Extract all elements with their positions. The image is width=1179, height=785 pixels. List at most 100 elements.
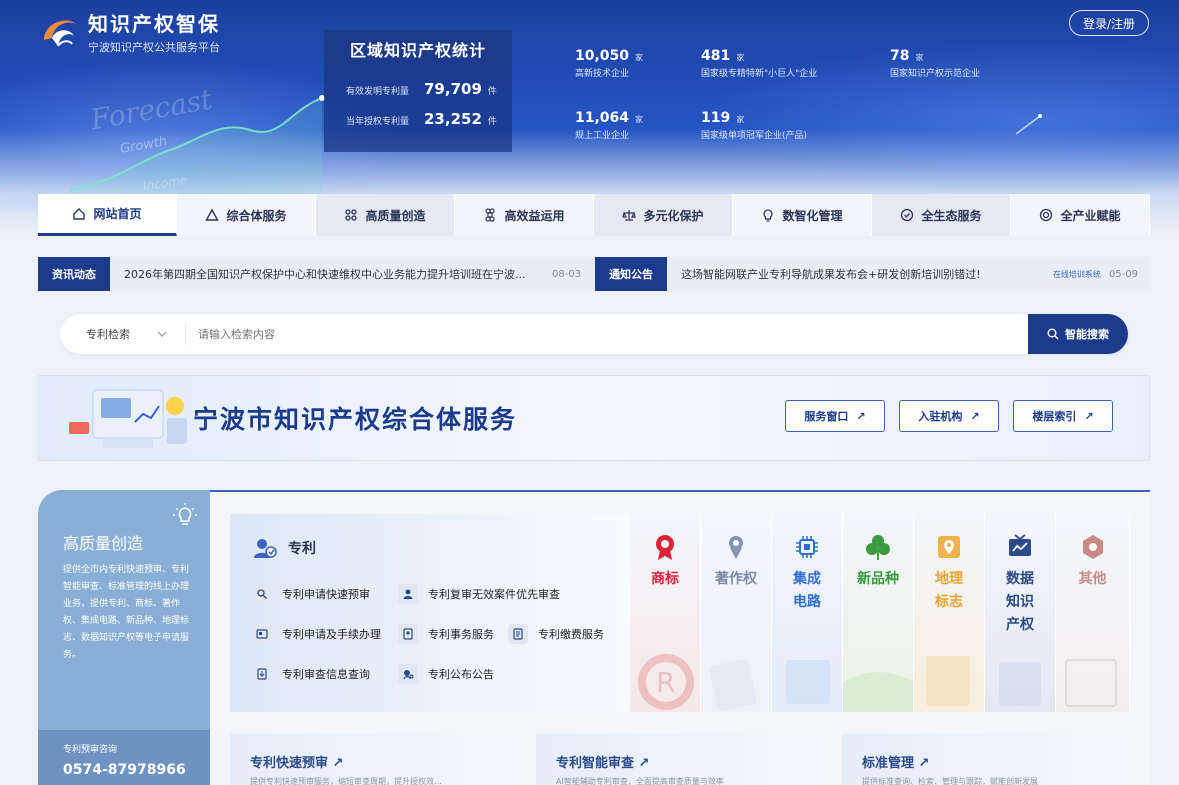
nav-label: 多元化保护 — [643, 208, 704, 223]
metric-unit: 家 — [736, 53, 745, 62]
stat-row: 有效发明专利量 79,709 件 — [324, 80, 512, 98]
stat-label: 当年授权专利量 — [346, 117, 410, 127]
patent-title: 专利 — [288, 541, 316, 557]
category-label: 数据知识产权 — [1006, 571, 1034, 633]
patent-item-affairs[interactable]: 专利事务服务 — [398, 624, 494, 644]
notice-tag[interactable]: 通知公告 — [595, 257, 668, 291]
sub-card-desc: AI智能辅助专利审查，全面提高审查质量与效率 — [556, 777, 724, 785]
news-item-link[interactable]: 2026年第四期全国知识产权保护中心和快速维权中心业务能力提升培训班在宁波... — [124, 266, 538, 282]
arrow-up-right-icon: ↗ — [332, 756, 344, 771]
service-window-button[interactable]: 服务窗口 ↗ — [785, 400, 885, 432]
nav-label: 综合体服务 — [226, 208, 287, 223]
metric-label: 国家级专精特新"小巨人"企业 — [701, 69, 818, 79]
resident-agencies-button[interactable]: 入驻机构 ↗ — [899, 400, 999, 432]
category-data-ip[interactable]: 数据知识产权 — [985, 514, 1056, 712]
main-nav: 网站首页 综合体服务 高质量创造 高效益运用 多元化保护 数智化管理 全生态服务… — [38, 194, 1150, 236]
category-circuit[interactable]: 集成电路 — [772, 514, 843, 712]
site-logo[interactable]: 知识产权智保 宁波知识产权公共服务平台 — [38, 8, 220, 55]
sub-card-fast-preexam[interactable]: 专利快速预审 ↗ 提供专利快速预审服务，缩短审查周期，提升授权效... — [230, 734, 518, 785]
nav-ecosystem-service[interactable]: 全生态服务 — [872, 194, 1011, 236]
site-subtitle: 宁波知识产权公共服务平台 — [88, 41, 220, 54]
sub-card-smart-exam[interactable]: 专利智能审查 ↗ AI智能辅助专利审查，全面提高审查质量与效率 — [536, 734, 824, 785]
svg-text:R: R — [656, 666, 675, 699]
sub-card-standard-mgmt[interactable]: 标准管理 ↗ 提供标准查询、检索、管理与跟踪，赋能创新发展 — [842, 734, 1130, 785]
category-other[interactable]: 其他 — [1056, 514, 1130, 712]
stat-label: 有效发明专利量 — [346, 87, 410, 97]
sub-card-desc: 提供专利快速预审服务，缩短审查周期，提升授权效... — [250, 777, 442, 785]
arrow-up-right-icon: ↗ — [918, 756, 930, 771]
nav-label: 高效益运用 — [504, 208, 565, 223]
metric-ip-demo: 78 家 国家知识产权示范企业 — [890, 45, 980, 79]
sparkle-decor-icon — [1015, 114, 1042, 135]
patent-item-fast-preexam[interactable]: 专利申请快速预审 — [252, 584, 370, 604]
patent-item-application[interactable]: 专利申请及手续办理 — [252, 624, 381, 644]
field-decor — [843, 672, 913, 712]
regional-stats-title: 区域知识产权统计 — [324, 30, 512, 68]
scale-icon — [622, 208, 637, 222]
lightbulb-icon — [173, 503, 197, 525]
metric-label: 规上工业企业 — [575, 131, 630, 141]
notice-item-link[interactable]: 这场智能网联产业专利导航成果发布会+研发创新培训别错过! — [681, 266, 981, 282]
side-card-title: 高质量创造 — [63, 534, 144, 553]
registered-mark-decor: R — [638, 654, 694, 710]
smart-search-button[interactable]: 智能搜索 — [1028, 314, 1128, 354]
stat-value: 79,709 — [424, 80, 482, 98]
nav-diversified-protection[interactable]: 多元化保护 — [594, 194, 733, 236]
metric-value: 78 — [890, 48, 910, 64]
category-geo-indication[interactable]: 地理标志 — [914, 514, 985, 712]
metric-high-tech: 10,050 家 高新技术企业 — [575, 45, 643, 79]
map-pin-icon — [938, 536, 960, 558]
file-person-icon — [398, 624, 418, 644]
nav-label: 数智化管理 — [782, 208, 843, 223]
patent-item-reexam-priority[interactable]: 专利复审无效案件优先审查 — [398, 584, 560, 604]
category-copyright[interactable]: 著作权 — [701, 514, 772, 712]
nav-complex-service[interactable]: 综合体服务 — [177, 194, 316, 236]
login-register-button[interactable]: 登录/注册 — [1069, 10, 1149, 36]
stat-unit: 件 — [487, 87, 497, 97]
grid-dots-icon — [344, 208, 358, 222]
patent-item-publication[interactable]: 专利公布公告 — [398, 664, 494, 684]
category-label: 地理标志 — [935, 571, 963, 610]
search-type-select[interactable]: 专利检索 — [60, 323, 186, 345]
nav-high-benefit[interactable]: 高效益运用 — [455, 194, 594, 236]
category-label: 其他 — [1078, 571, 1107, 587]
button-label: 入驻机构 — [918, 410, 963, 423]
news-date: 08-03 — [552, 268, 582, 280]
metric-value: 481 — [701, 48, 731, 64]
data-screen-icon — [1009, 534, 1031, 556]
news-tag[interactable]: 资讯动态 — [38, 257, 110, 291]
nav-digital-management[interactable]: 数智化管理 — [733, 194, 872, 236]
metric-unit: 家 — [635, 53, 644, 62]
notice-date: 05-09 — [1108, 268, 1138, 280]
growth-chart-decor — [69, 95, 325, 200]
search-input[interactable] — [186, 327, 1028, 341]
floor-index-button[interactable]: 楼层索引 ↗ — [1013, 400, 1113, 432]
patent-item-label: 专利申请快速预审 — [282, 588, 370, 601]
category-label: 商标 — [651, 571, 679, 587]
clover-icon — [866, 535, 890, 560]
metric-value: 11,064 — [575, 110, 630, 126]
nav-high-quality[interactable]: 高质量创造 — [316, 194, 455, 236]
circuit-decor — [786, 660, 830, 704]
button-label: 服务窗口 — [804, 410, 849, 423]
sub-card-title: 专利快速预审 ↗ — [250, 756, 344, 771]
document-list-icon — [508, 624, 528, 644]
patent-services-box: 专利 专利申请快速预审 专利复审无效案件优先审查 专利申请及手续办理 专利事务服… — [230, 514, 630, 712]
dashboard-illustration-icon — [69, 389, 187, 448]
high-quality-panel: 专利 专利申请快速预审 专利复审无效案件优先审查 专利申请及手续办理 专利事务服… — [210, 490, 1150, 785]
target-icon — [1039, 208, 1053, 222]
metric-label: 国家级单项冠军企业(产品) — [701, 131, 808, 141]
category-plant-variety[interactable]: 新品种 — [843, 514, 914, 712]
trademark-ribbon-icon — [656, 535, 674, 560]
search-button-label: 智能搜索 — [1065, 328, 1109, 341]
stat-value: 23,252 — [424, 110, 482, 128]
nav-industry-empower[interactable]: 全产业赋能 — [1011, 194, 1150, 236]
banner-title: 宁波市知识产权综合体服务 — [193, 405, 518, 434]
patent-item-label: 专利事务服务 — [428, 628, 494, 641]
nav-home[interactable]: 网站首页 — [38, 194, 177, 236]
button-label: 楼层索引 — [1032, 410, 1077, 423]
category-trademark[interactable]: 商标 R — [630, 514, 701, 712]
patent-item-exam-query[interactable]: 专利审查信息查询 — [252, 664, 370, 684]
patent-item-fee[interactable]: 专利缴费服务 — [508, 624, 604, 644]
consult-phone[interactable]: 0574-87978966 — [63, 762, 186, 778]
